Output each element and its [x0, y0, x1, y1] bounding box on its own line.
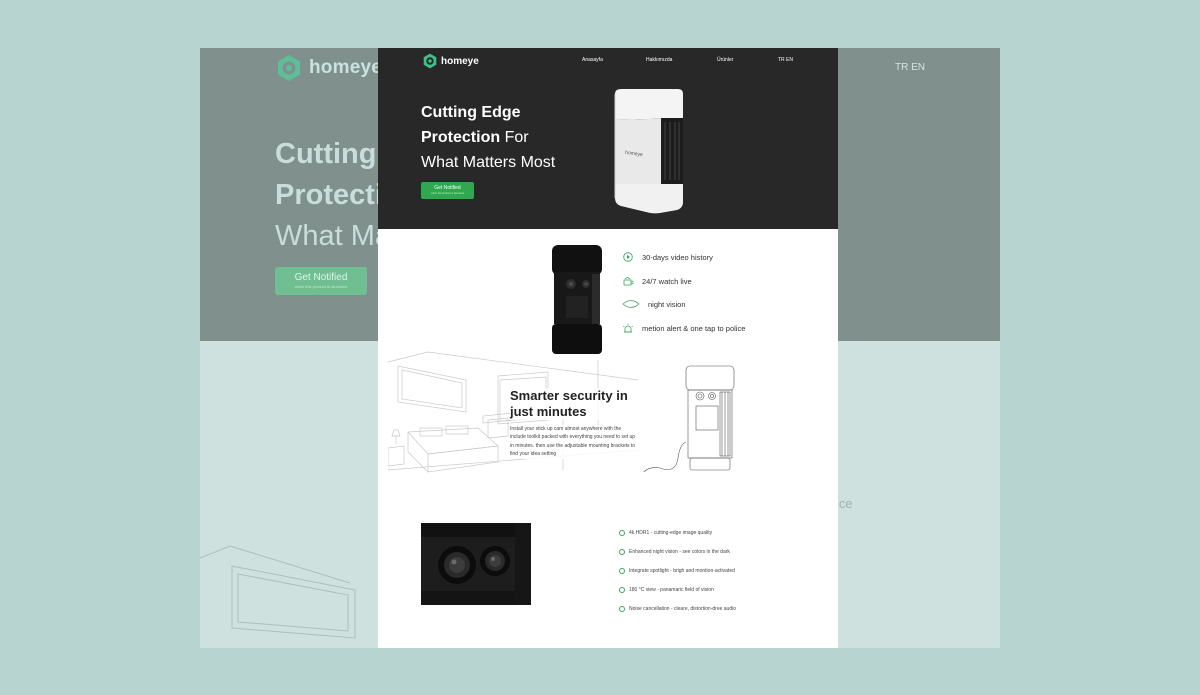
eye-icon — [622, 300, 640, 308]
hero-headline-line2-bold: Protection — [421, 129, 501, 146]
feature-item: night vision — [622, 299, 686, 309]
nav-item-anasayfa[interactable]: Anasayfa — [582, 57, 603, 63]
check-circle-icon — [619, 549, 625, 555]
hero-camera-device-image — [614, 89, 683, 214]
nav-item-hakkimizda[interactable]: Hakkımızda — [646, 57, 672, 63]
spec-label: 4k HDR1 - cutting-edge image quality — [629, 530, 713, 536]
nav-item-urunler[interactable]: Ürünler — [717, 57, 733, 63]
smarter-security-description: Install your stick up cam almost anywher… — [510, 425, 638, 459]
homeye-logo-icon — [278, 55, 300, 81]
smarter-security-title: Smarter security in just minutes — [510, 388, 640, 420]
background-get-notified-button: Get Notified when this product is launch… — [275, 267, 367, 295]
check-circle-icon — [619, 606, 625, 612]
spec-item: 180 °C view - panamaric field of vision — [619, 587, 714, 593]
language-switch[interactable]: TR EN — [778, 57, 793, 63]
spec-item: 4k HDR1 - cutting-edge image quality — [619, 530, 712, 536]
background-room-sketch — [200, 545, 356, 639]
background-logo-text: homeye — [309, 57, 383, 78]
background-logo: homeye — [275, 54, 382, 82]
hero-section: homeye Anasayfa Hakkımızda Ürünler TR EN… — [378, 48, 838, 229]
spec-label: 180 °C view - panamaric field of vision — [629, 587, 714, 593]
get-notified-sublabel: when this product is launched — [431, 192, 464, 195]
logo-text: homeye — [441, 55, 479, 67]
background-language-switch: TR EN — [895, 62, 925, 73]
dark-camera-image — [552, 245, 602, 354]
feature-item: 30-days video history — [622, 252, 713, 262]
camera-lens-closeup-graphic — [421, 523, 531, 605]
watch-live-icon — [623, 277, 634, 286]
hero-headline-line2-rest: For — [500, 129, 529, 146]
camera-lens-closeup-image — [421, 523, 531, 605]
landing-page-card: homeye Anasayfa Hakkımızda Ürünler TR EN… — [378, 48, 838, 648]
spec-label: Integrate spotlight - brigh and montion-… — [629, 568, 735, 574]
feature-label: 24/7 watch live — [642, 276, 692, 286]
get-notified-button[interactable]: Get Notified when this product is launch… — [421, 182, 474, 199]
get-notified-label: Get Notified — [434, 185, 461, 191]
spec-item: Noise cancellation - cleare, distortion-… — [619, 606, 736, 612]
check-circle-icon — [619, 587, 625, 593]
spec-label: Enhanced night vision - see colors in th… — [629, 549, 730, 555]
feature-item: metion alert & one tap to police — [622, 323, 745, 333]
hero-headline: Cutting Edge Protection For What Matters… — [421, 100, 621, 175]
homeye-logo-icon — [423, 53, 437, 69]
feature-label: 30-days video history — [642, 252, 713, 262]
feature-label: night vision — [648, 299, 686, 309]
spec-label: Noise cancellation - cleare, distortion-… — [629, 606, 737, 612]
feature-item: 24/7 watch live — [622, 276, 692, 286]
spec-item: Integrate spotlight - brigh and montion-… — [619, 568, 735, 574]
alarm-icon — [622, 323, 634, 333]
feature-label: metion alert & one tap to police — [642, 323, 746, 333]
play-icon — [623, 252, 633, 262]
background-cta-label: Get Notified — [294, 272, 348, 283]
camera-line-art-image — [643, 365, 735, 472]
check-circle-icon — [619, 530, 625, 536]
hero-headline-line3: What Matters Most — [421, 154, 556, 171]
spec-item: Enhanced night vision - see colors in th… — [619, 549, 730, 555]
background-text-fragment: ice — [836, 496, 853, 511]
logo[interactable]: homeye — [422, 53, 479, 69]
check-circle-icon — [619, 568, 625, 574]
hero-headline-line1: Cutting Edge — [421, 104, 521, 121]
background-cta-sub: when this product is launched — [294, 284, 348, 289]
